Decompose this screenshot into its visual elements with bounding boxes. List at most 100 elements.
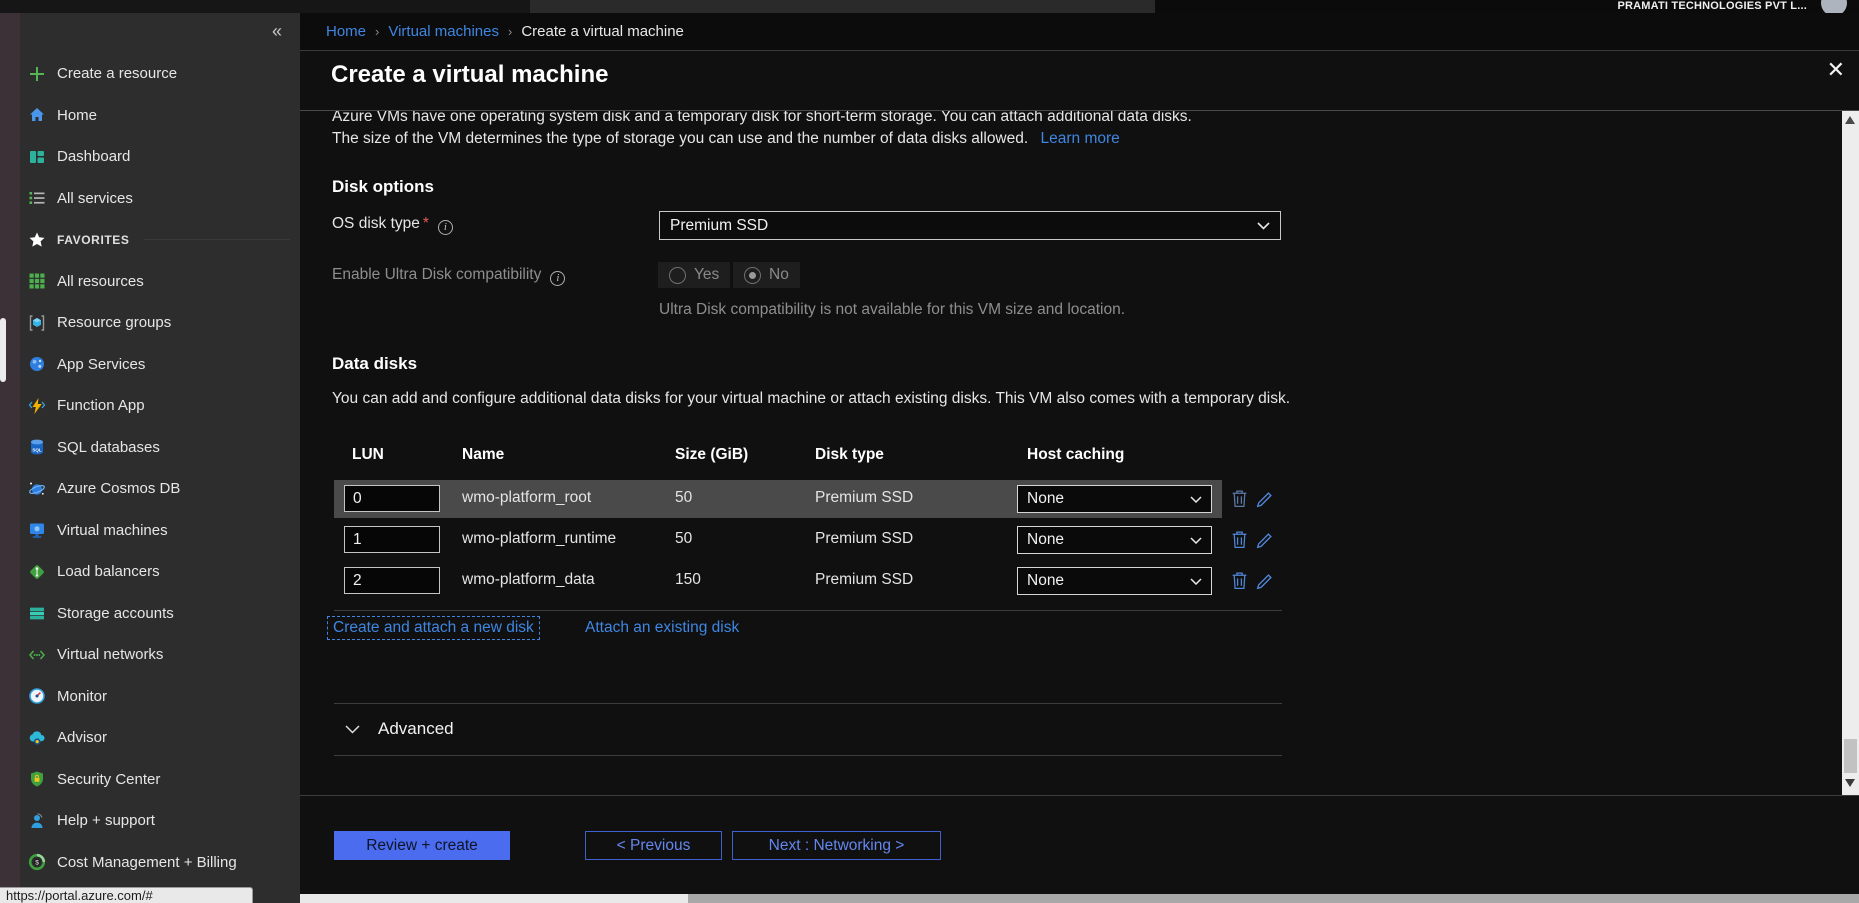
data-disks-heading: Data disks: [332, 354, 417, 374]
sidebar-item-resource-groups[interactable]: Resource groups: [20, 302, 300, 344]
sidebar-item-all-resources[interactable]: All resources: [20, 261, 300, 303]
global-search-bar[interactable]: [530, 0, 1155, 13]
column-size: Size (GiB): [675, 446, 748, 464]
sidebar-item-home[interactable]: Home: [20, 95, 300, 137]
os-disk-type-label: OS disk type*: [332, 215, 453, 235]
divider: [334, 703, 1282, 704]
svg-text:$: $: [35, 860, 39, 867]
table-row: wmo-platform_data 150 Premium SSD None: [334, 562, 1222, 600]
column-host-caching: Host caching: [1027, 446, 1124, 464]
sidebar-section-favorites: FAVORITES: [20, 219, 300, 261]
breadcrumb-current: Create a virtual machine: [521, 23, 684, 40]
sidebar-item-storage-accounts[interactable]: Storage accounts: [20, 593, 300, 635]
divider: [334, 610, 1282, 611]
data-disks-description: You can add and configure additional dat…: [332, 389, 1372, 409]
delete-disk-icon[interactable]: [1231, 489, 1251, 509]
lun-input[interactable]: [344, 485, 440, 512]
disk-type: Premium SSD: [815, 489, 913, 507]
storage-icon: [27, 603, 47, 623]
chevron-down-icon: [1257, 217, 1270, 235]
sidebar-item-sql-databases[interactable]: SQL SQL databases: [20, 427, 300, 469]
collapse-sidebar-button[interactable]: «: [272, 21, 282, 42]
next-networking-button[interactable]: Next : Networking >: [732, 831, 941, 860]
avatar[interactable]: [1821, 0, 1847, 13]
disk-size: 150: [675, 571, 701, 589]
scroll-up-icon[interactable]: [1845, 116, 1855, 124]
previous-button[interactable]: < Previous: [585, 831, 722, 860]
edit-disk-icon[interactable]: [1256, 489, 1276, 509]
sidebar-item-azure-cosmos-db[interactable]: Azure Cosmos DB: [20, 468, 300, 510]
lun-input[interactable]: [344, 526, 440, 553]
sidebar-item-function-app[interactable]: Function App: [20, 385, 300, 427]
edit-disk-icon[interactable]: [1256, 571, 1276, 591]
attach-existing-disk-link[interactable]: Attach an existing disk: [585, 619, 739, 637]
disk-size: 50: [675, 489, 692, 507]
network-icon: [27, 645, 47, 665]
sidebar-item-help-support[interactable]: Help + support: [20, 800, 300, 842]
advanced-section-toggle[interactable]: Advanced: [345, 719, 454, 739]
dashboard-icon: [27, 147, 47, 167]
advisor-icon: [27, 728, 47, 748]
page-title: Create a virtual machine: [331, 61, 608, 89]
help-icon: [27, 811, 47, 831]
host-caching-select[interactable]: None: [1017, 567, 1212, 595]
ultra-disk-label: Enable Ultra Disk compatibility: [332, 266, 565, 286]
sidebar-item-virtual-networks[interactable]: Virtual networks: [20, 634, 300, 676]
monitor-icon: [27, 520, 47, 540]
sidebar-item-app-services[interactable]: App Services: [20, 344, 300, 386]
azure-portal: PRAMATI TECHNOLOGIES PVT L... « Create a…: [0, 0, 1859, 903]
delete-disk-icon[interactable]: [1231, 571, 1251, 591]
lun-input[interactable]: [344, 567, 440, 594]
vertical-scrollbar[interactable]: [1842, 111, 1859, 795]
chevron-right-icon: ›: [508, 24, 512, 39]
disk-name: wmo-platform_runtime: [462, 530, 616, 548]
ultra-disk-yes-option: Yes: [658, 262, 730, 288]
breadcrumb-home[interactable]: Home: [326, 23, 366, 40]
column-lun: LUN: [352, 446, 384, 464]
sidebar: « Create a resource Home Dashboard All s…: [20, 13, 300, 903]
close-icon[interactable]: ✕: [1827, 57, 1845, 83]
disk-type: Premium SSD: [815, 530, 913, 548]
review-create-button[interactable]: Review + create: [334, 831, 510, 860]
breadcrumb-virtual-machines[interactable]: Virtual machines: [388, 23, 499, 40]
scroll-down-icon[interactable]: [1845, 779, 1855, 787]
chevron-down-icon: [1190, 531, 1202, 549]
breadcrumb: Home › Virtual machines › Create a virtu…: [326, 23, 684, 40]
sidebar-item-load-balancers[interactable]: Load balancers: [20, 551, 300, 593]
sidebar-item-cost-management-billing[interactable]: $ Cost Management + Billing: [20, 842, 300, 884]
grid-icon: [27, 271, 47, 291]
cube-icon: [27, 313, 47, 333]
create-and-attach-new-disk-link[interactable]: Create and attach a new disk: [327, 616, 540, 640]
disk-size: 50: [675, 530, 692, 548]
status-url: https://portal.azure.com/#: [0, 887, 253, 903]
required-asterisk: *: [423, 215, 429, 232]
disk-options-heading: Disk options: [332, 177, 434, 197]
sidebar-item-all-services[interactable]: All services: [20, 178, 300, 220]
vertical-scrollbar-thumb[interactable]: [1844, 739, 1857, 773]
sidebar-item-advisor[interactable]: Advisor: [20, 717, 300, 759]
sidebar-item-dashboard[interactable]: Dashboard: [20, 136, 300, 178]
edit-disk-icon[interactable]: [1256, 530, 1276, 550]
learn-more-link[interactable]: Learn more: [1041, 130, 1120, 147]
sidebar-item-create-a-resource[interactable]: Create a resource: [20, 53, 300, 95]
disk-type: Premium SSD: [815, 571, 913, 589]
disk-name: wmo-platform_data: [462, 571, 595, 589]
os-disk-type-select[interactable]: Premium SSD: [659, 211, 1281, 240]
breadcrumb-bar: Home › Virtual machines › Create a virtu…: [300, 13, 1859, 50]
info-icon[interactable]: [550, 271, 565, 286]
lightning-icon: [27, 396, 47, 416]
delete-disk-icon[interactable]: [1231, 530, 1251, 550]
info-icon[interactable]: [438, 220, 453, 235]
sidebar-item-virtual-machines[interactable]: Virtual machines: [20, 510, 300, 552]
host-caching-select[interactable]: None: [1017, 485, 1212, 513]
horizontal-scrollbar-thumb[interactable]: [688, 894, 1859, 903]
divider: [334, 755, 1282, 756]
plus-icon: [27, 64, 47, 84]
edge-scrollbar-thumb[interactable]: [0, 318, 6, 382]
host-caching-select[interactable]: None: [1017, 526, 1212, 554]
tenant-name[interactable]: PRAMATI TECHNOLOGIES PVT L...: [1617, 0, 1807, 12]
horizontal-scrollbar[interactable]: [300, 894, 1859, 903]
chevron-down-icon: [1190, 572, 1202, 590]
sidebar-item-monitor[interactable]: Monitor: [20, 676, 300, 718]
sidebar-item-security-center[interactable]: Security Center: [20, 759, 300, 801]
